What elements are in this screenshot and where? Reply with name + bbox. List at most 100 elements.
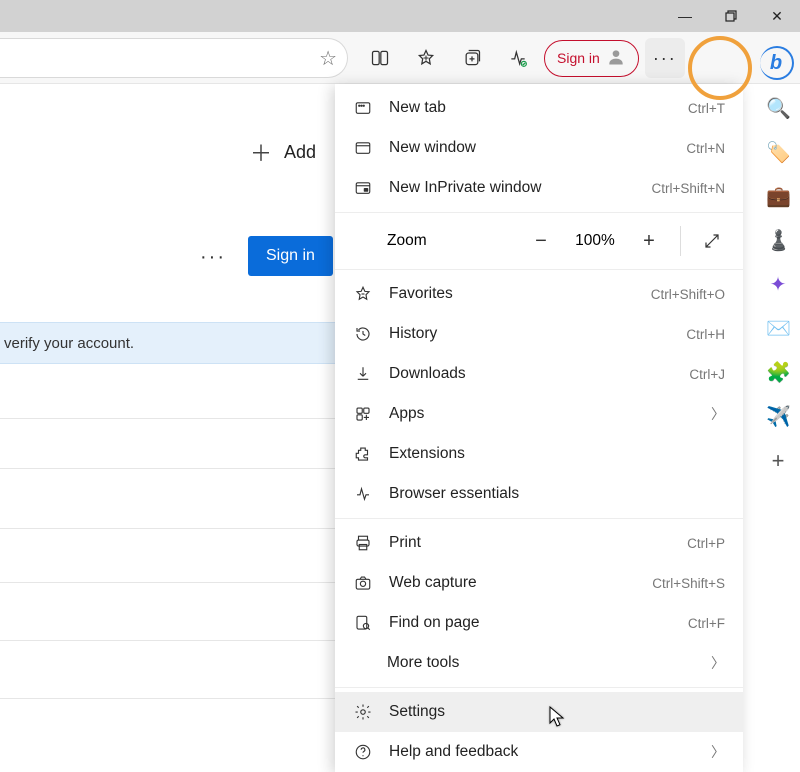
collections-icon[interactable] <box>452 38 492 78</box>
menu-shortcut: Ctrl+Shift+N <box>651 181 725 196</box>
menu-label: Find on page <box>389 614 672 632</box>
find-icon <box>353 613 373 633</box>
menu-new-window[interactable]: New window Ctrl+N <box>335 128 743 168</box>
menu-shortcut: Ctrl+J <box>689 367 725 382</box>
zoom-label: Zoom <box>387 232 514 250</box>
menu-extensions[interactable]: Extensions <box>335 434 743 474</box>
window-close-button[interactable]: ✕ <box>754 0 800 32</box>
new-tab-icon <box>353 98 373 118</box>
fullscreen-button[interactable] <box>695 224 729 258</box>
avatar-icon <box>606 47 626 70</box>
heartbeat-icon <box>353 484 373 504</box>
sidebar-games-icon[interactable]: ♟️ <box>766 228 790 252</box>
page-signin-button[interactable]: Sign in <box>248 236 333 276</box>
list-divider <box>0 468 335 469</box>
sidebar-search-icon[interactable]: 🔍 <box>766 96 790 120</box>
list-divider <box>0 528 335 529</box>
zoom-divider <box>680 226 681 256</box>
menu-separator <box>335 687 743 688</box>
menu-label: History <box>389 325 670 343</box>
menu-apps[interactable]: Apps 〉 <box>335 394 743 434</box>
more-menu-button[interactable]: ··· <box>645 38 685 78</box>
favorites-icon[interactable] <box>406 38 446 78</box>
menu-label: Web capture <box>389 574 636 592</box>
menu-shortcut: Ctrl+P <box>687 536 725 551</box>
sidebar-shopping-icon[interactable]: 🏷️ <box>766 140 790 164</box>
help-icon <box>353 742 373 762</box>
card-more-button[interactable]: ··· <box>200 246 226 269</box>
sidebar-office-icon[interactable]: ✦ <box>766 272 790 296</box>
menu-label: Extensions <box>389 445 725 463</box>
sidebar-outlook-icon[interactable]: ✉️ <box>766 316 790 340</box>
window-minimize-button[interactable]: — <box>662 0 708 32</box>
favorite-star-icon[interactable]: ☆ <box>319 46 337 71</box>
zoom-value: 100% <box>568 232 622 250</box>
window-maximize-button[interactable] <box>708 0 754 32</box>
plus-icon: ＋ <box>250 136 272 168</box>
signin-label: Sign in <box>557 50 600 66</box>
menu-label: Settings <box>389 703 725 721</box>
menu-shortcut: Ctrl+N <box>686 141 725 156</box>
zoom-out-button[interactable]: − <box>524 224 558 258</box>
bing-sidebar-button[interactable]: b <box>760 46 794 80</box>
menu-new-tab[interactable]: New tab Ctrl+T <box>335 88 743 128</box>
chevron-right-icon: 〉 <box>711 653 725 673</box>
menu-separator <box>335 212 743 213</box>
signin-button[interactable]: Sign in <box>544 40 639 77</box>
sidebar-add-icon[interactable]: + <box>766 448 790 472</box>
history-icon <box>353 324 373 344</box>
menu-separator <box>335 269 743 270</box>
sidebar-tools-icon[interactable]: 💼 <box>766 184 790 208</box>
menu-new-inprivate[interactable]: New InPrivate window Ctrl+Shift+N <box>335 168 743 208</box>
apps-icon <box>353 404 373 424</box>
menu-separator <box>335 518 743 519</box>
menu-label: Favorites <box>389 285 635 303</box>
menu-settings[interactable]: Settings <box>335 692 743 732</box>
menu-more-tools[interactable]: More tools 〉 <box>335 643 743 683</box>
menu-label: Apps <box>389 405 695 423</box>
new-window-icon <box>353 138 373 158</box>
menu-shortcut: Ctrl+T <box>688 101 725 116</box>
menu-label: Browser essentials <box>389 485 725 503</box>
menu-help-feedback[interactable]: Help and feedback 〉 <box>335 732 743 772</box>
downloads-icon <box>353 364 373 384</box>
inprivate-icon <box>353 178 373 198</box>
browser-toolbar: ☆ Sign in ··· <box>0 32 800 84</box>
extensions-icon <box>353 444 373 464</box>
add-shortcut-button[interactable]: ＋ Add <box>250 136 316 168</box>
menu-browser-essentials[interactable]: Browser essentials <box>335 474 743 514</box>
performance-icon[interactable] <box>498 38 538 78</box>
menu-label: New InPrivate window <box>389 179 635 197</box>
menu-zoom: Zoom − 100% + <box>335 217 743 265</box>
menu-label: Print <box>389 534 671 552</box>
menu-favorites[interactable]: Favorites Ctrl+Shift+O <box>335 274 743 314</box>
favorites-icon <box>353 284 373 304</box>
menu-find-on-page[interactable]: Find on page Ctrl+F <box>335 603 743 643</box>
split-screen-icon[interactable] <box>360 38 400 78</box>
menu-history[interactable]: History Ctrl+H <box>335 314 743 354</box>
list-divider <box>0 418 335 419</box>
menu-label: Help and feedback <box>389 743 695 761</box>
settings-and-more-menu: New tab Ctrl+T New window Ctrl+N New InP… <box>335 84 743 772</box>
zoom-in-button[interactable]: + <box>632 224 666 258</box>
menu-downloads[interactable]: Downloads Ctrl+J <box>335 354 743 394</box>
add-shortcut-label: Add <box>284 142 316 163</box>
menu-label: Downloads <box>389 365 673 383</box>
menu-print[interactable]: Print Ctrl+P <box>335 523 743 563</box>
print-icon <box>353 533 373 553</box>
sidebar-drop-icon[interactable]: 🧩 <box>766 360 790 384</box>
menu-shortcut: Ctrl+Shift+S <box>652 576 725 591</box>
sidebar-telegram-icon[interactable]: ✈️ <box>766 404 790 428</box>
gear-icon <box>353 702 373 722</box>
chevron-right-icon: 〉 <box>711 742 725 762</box>
address-bar[interactable]: ☆ <box>0 38 348 78</box>
menu-shortcut: Ctrl+Shift+O <box>651 287 725 302</box>
menu-web-capture[interactable]: Web capture Ctrl+Shift+S <box>335 563 743 603</box>
list-divider <box>0 698 335 699</box>
menu-shortcut: Ctrl+F <box>688 616 725 631</box>
menu-label: New window <box>389 139 670 157</box>
verify-account-banner[interactable]: verify your account. <box>0 322 335 364</box>
list-divider <box>0 582 335 583</box>
menu-label: New tab <box>389 99 672 117</box>
menu-label: More tools <box>387 654 695 672</box>
